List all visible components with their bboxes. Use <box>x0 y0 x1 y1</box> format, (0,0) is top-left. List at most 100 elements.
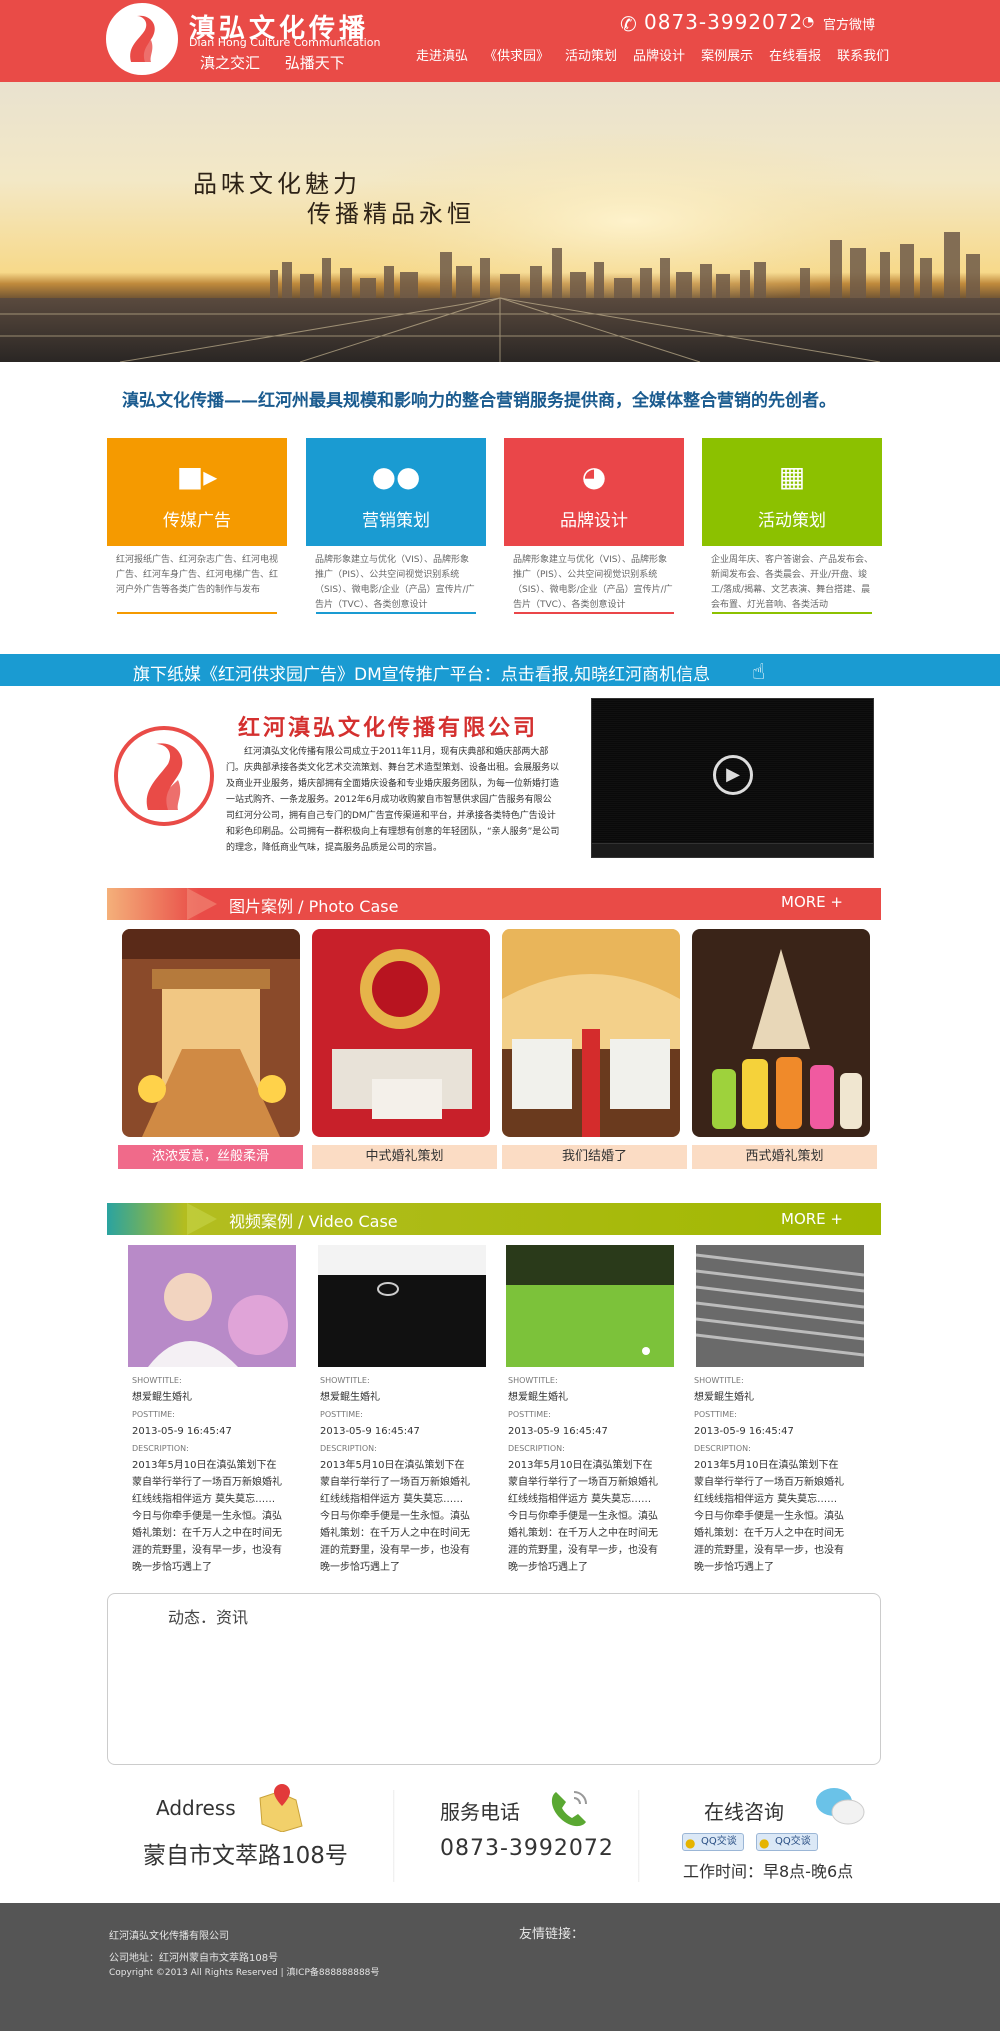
friend-links-label: 友情链接： <box>519 1927 585 1942</box>
photo-case-image[interactable] <box>312 929 490 1137</box>
video-camera-icon: ■▸ <box>176 460 218 493</box>
photo-caption[interactable]: 中式婚礼策划 <box>312 1145 497 1169</box>
posttime-label: POSTTIME: <box>320 1410 363 1419</box>
company-logo <box>114 726 214 826</box>
play-icon[interactable]: ▶ <box>713 755 753 795</box>
divider <box>712 612 872 614</box>
divider <box>393 1790 395 1882</box>
service-title: 活动策划 <box>758 511 826 531</box>
showtitle-label: SHOWTITLE: <box>132 1376 182 1385</box>
tel-value[interactable]: 0873-3992072 <box>440 1836 614 1861</box>
video-posttime: 2013-05-9 16:45:47 <box>132 1426 232 1437</box>
service-desc: 品牌形象建立与优化（VIS）、品牌形象推广（PIS）、公共空间视觉识别系统（SI… <box>513 555 673 610</box>
photo-case-image[interactable] <box>692 929 870 1137</box>
service-tile[interactable]: ◕ 品牌设计 <box>504 438 684 546</box>
video-description: 2013年5月10日在滇弘策划下在蒙自举行举行了一场百万新娘婚礼红线线指相伴运方… <box>694 1460 844 1573</box>
nav-event-planning[interactable]: 活动策划 <box>557 45 625 64</box>
video-title[interactable]: 想爱鲲生婚礼 <box>694 1389 874 1406</box>
company-intro: 红河滇弘文化传播有限公司成立于2011年11月，现有庆典部和婚庆部两大部门。庆典… <box>226 747 560 853</box>
video-info: SHOWTITLE: 想爱鲲生婚礼 POSTTIME: 2013-05-9 16… <box>320 1372 500 1576</box>
weibo-link[interactable]: 官方微博 <box>823 14 875 33</box>
video-description: 2013年5月10日在滇弘策划下在蒙自举行举行了一场百万新娘婚礼红线线指相伴运方… <box>132 1460 282 1573</box>
service-card-brand-design[interactable]: ◕ 品牌设计 品牌形象建立与优化（VIS）、品牌形象推广（PIS）、公共空间视觉… <box>504 438 684 614</box>
site-footer: 红河滇弘文化传播有限公司 友情链接： 公司地址：红河州蒙自市文萃路108号 Co… <box>0 1903 1000 2031</box>
photo-case-image[interactable] <box>122 929 300 1137</box>
video-title[interactable]: 想爱鲲生婚礼 <box>508 1389 688 1406</box>
video-case-title: 视频案例 / Video Case <box>229 1212 398 1231</box>
qq-chat-button[interactable]: ● QQ交谈 <box>756 1833 818 1851</box>
photo-caption[interactable]: 西式婚礼策划 <box>692 1145 877 1169</box>
header-phone: 0873-3992072 <box>644 10 804 34</box>
posttime-label: POSTTIME: <box>508 1410 551 1419</box>
video-title[interactable]: 想爱鲲生婚礼 <box>132 1389 312 1406</box>
description-label: DESCRIPTION: <box>694 1444 751 1453</box>
intro-tagline: 滇弘文化传播——红河州最具规模和影响力的整合营销服务提供商，全媒体整合营销的先创… <box>122 391 836 411</box>
dm-promo-text[interactable]: 旗下纸媒《红河供求园广告》DM宣传推广平台：点击看报,知晓红河商机信息 <box>133 660 710 685</box>
service-title: 传媒广告 <box>163 511 231 531</box>
showtitle-label: SHOWTITLE: <box>320 1376 370 1385</box>
tel-label: 服务电话 <box>440 1800 520 1824</box>
posttime-label: POSTTIME: <box>132 1410 175 1419</box>
service-card-marketing[interactable]: ●● 营销策划 品牌形象建立与优化（VIS）、品牌形象推广（PIS）、公共空间视… <box>306 438 486 614</box>
nav-supply-demand[interactable]: 《供求园》 <box>476 45 557 64</box>
company-video-player[interactable]: ▶ <box>591 698 874 858</box>
photo-caption[interactable]: 我们结婚了 <box>502 1145 687 1169</box>
nav-contact[interactable]: 联系我们 <box>829 45 897 64</box>
divider <box>117 612 277 614</box>
photo-case-image[interactable] <box>502 929 680 1137</box>
service-tile[interactable]: ■▸ 传媒广告 <box>107 438 287 546</box>
hand-pointer-icon: ☝ <box>752 660 766 685</box>
nav-cases[interactable]: 案例展示 <box>693 45 761 64</box>
video-thumbnail[interactable] <box>696 1245 864 1367</box>
description-label: DESCRIPTION: <box>132 1444 189 1453</box>
photo-case-header-bar <box>107 888 881 920</box>
cube-icon: ▦ <box>778 460 806 493</box>
dm-promo-strip[interactable]: 旗下纸媒《红河供求园广告》DM宣传推广平台：点击看报,知晓红河商机信息 ☝ <box>0 654 1000 686</box>
video-info: SHOWTITLE: 想爱鲲生婚礼 POSTTIME: 2013-05-9 16… <box>508 1372 688 1576</box>
video-more-link[interactable]: MORE + <box>781 1210 843 1228</box>
description-label: DESCRIPTION: <box>508 1444 565 1453</box>
phone-handset-icon <box>544 1784 594 1834</box>
service-card-media-ads[interactable]: ■▸ 传媒广告 红河报纸广告、红河杂志广告、红河电视广告、红河车身广告、红河电梯… <box>107 438 287 614</box>
hero-banner: 品味文化魅力 传播精品永恒 <box>0 82 1000 362</box>
banner-headline-2: 传播精品永恒 <box>307 200 475 228</box>
photo-more-link[interactable]: MORE + <box>781 893 843 911</box>
address-value: 蒙自市文萃路108号 <box>143 1843 348 1869</box>
posttime-label: POSTTIME: <box>694 1410 737 1419</box>
video-thumbnail[interactable] <box>128 1245 296 1367</box>
footer-company: 红河滇弘文化传播有限公司 <box>109 1931 229 1942</box>
service-tile[interactable]: ▦ 活动策划 <box>702 438 882 546</box>
nav-brand-design[interactable]: 品牌设计 <box>625 45 693 64</box>
service-tile[interactable]: ●● 营销策划 <box>306 438 486 546</box>
service-desc: 品牌形象建立与优化（VIS）、品牌形象推广（PIS）、公共空间视觉识别系统（SI… <box>315 555 475 610</box>
video-title[interactable]: 想爱鲲生婚礼 <box>320 1389 500 1406</box>
site-logo[interactable] <box>106 3 178 75</box>
service-title: 营销策划 <box>362 511 430 531</box>
video-description: 2013年5月10日在滇弘策划下在蒙自举行举行了一场百万新娘婚礼红线线指相伴运方… <box>320 1460 470 1573</box>
footer-address: 公司地址：红河州蒙自市文萃路108号 <box>109 1953 279 1964</box>
address-label: Address <box>156 1796 236 1820</box>
people-icon: ●● <box>371 460 421 493</box>
video-info: SHOWTITLE: 想爱鲲生婚礼 POSTTIME: 2013-05-9 16… <box>694 1372 874 1576</box>
photo-caption[interactable]: 浓浓爱意，丝般柔滑 <box>118 1145 303 1169</box>
description-label: DESCRIPTION: <box>320 1444 377 1453</box>
video-posttime: 2013-05-9 16:45:47 <box>508 1426 608 1437</box>
news-panel: 动态．资讯 <box>107 1593 881 1765</box>
rss-icon: ◔ <box>802 14 815 30</box>
qq-icon: ● <box>685 1836 696 1850</box>
nav-about[interactable]: 走进滇弘 <box>408 45 476 64</box>
divider <box>514 612 674 614</box>
video-thumbnail[interactable] <box>318 1245 486 1367</box>
service-card-events[interactable]: ▦ 活动策划 企业周年庆、客户答谢会、产品发布会、新闻发布会、各类晨会、开业/开… <box>702 438 882 614</box>
video-controls[interactable] <box>592 843 873 857</box>
video-thumbnail[interactable] <box>506 1245 674 1367</box>
palette-icon: ◕ <box>581 460 607 493</box>
nav-online-paper[interactable]: 在线看报 <box>761 45 829 64</box>
qq-chat-button[interactable]: ● QQ交谈 <box>682 1833 744 1851</box>
site-header: 滇弘文化传播 Dian Hong Culture Communication 滇… <box>0 0 1000 82</box>
brand-slogan: 滇之交汇 弘播天下 <box>200 54 345 72</box>
video-posttime: 2013-05-9 16:45:47 <box>694 1426 794 1437</box>
company-name: 红河滇弘文化传播有限公司 <box>238 715 539 741</box>
footer-copyright: Copyright ©2013 All Rights Reserved | 滇I… <box>109 1968 380 1978</box>
city-skyline-image <box>0 122 1000 362</box>
